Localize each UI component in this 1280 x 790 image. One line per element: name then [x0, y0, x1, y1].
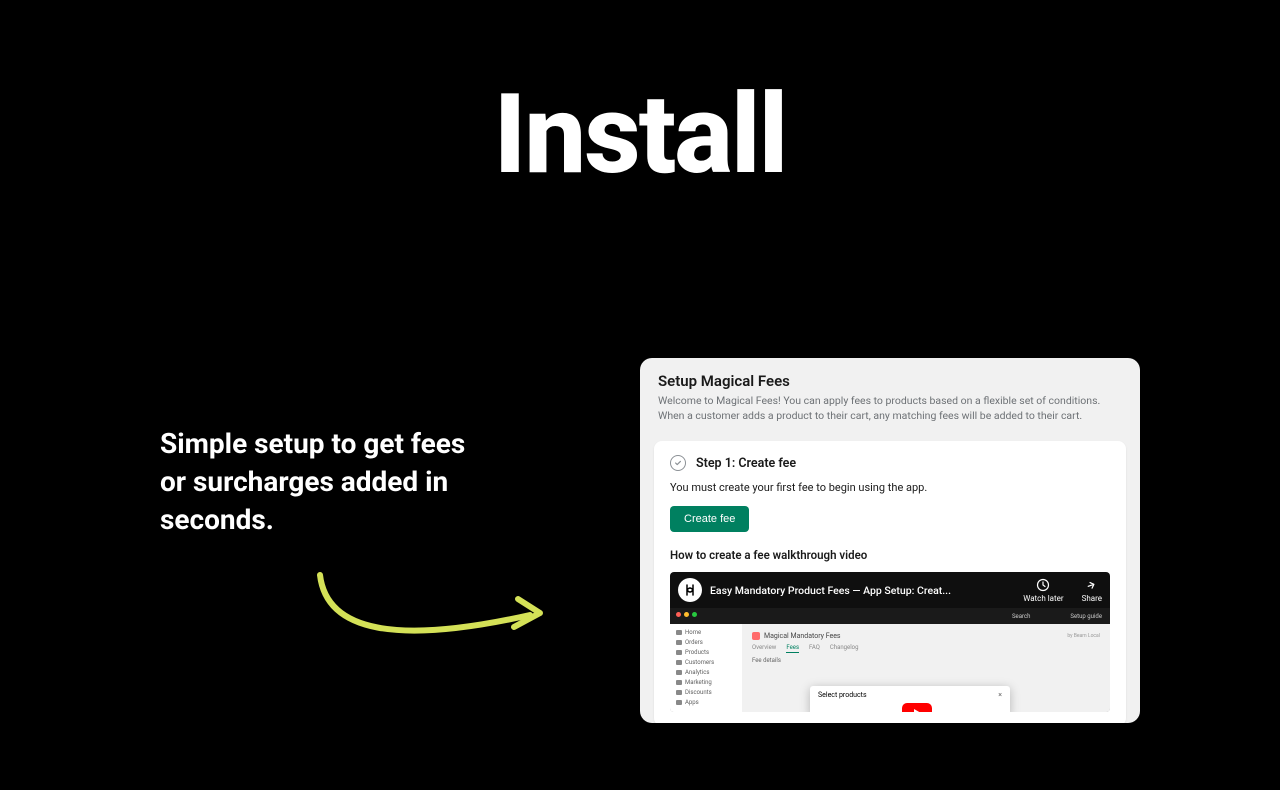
- nav-customers[interactable]: Customers: [676, 659, 736, 666]
- video-thumbnail: Search Setup guide Home Orders Products …: [670, 608, 1110, 712]
- watch-later-button[interactable]: Watch later: [1023, 578, 1063, 603]
- channel-avatar-icon: [678, 578, 702, 602]
- arrow-icon: [300, 555, 560, 685]
- step-title: Step 1: Create fee: [696, 456, 796, 471]
- tab-faq[interactable]: FAQ: [809, 644, 820, 653]
- nav-products[interactable]: Products: [676, 649, 736, 656]
- tab-overview[interactable]: Overview: [752, 644, 776, 653]
- video-title: Easy Mandatory Product Fees — App Setup:…: [710, 584, 1015, 597]
- modal-title: Select products: [818, 691, 867, 699]
- nav-apps[interactable]: Apps: [676, 699, 736, 706]
- panel-description: Welcome to Magical Fees! You can apply f…: [658, 394, 1122, 423]
- headline: Install: [0, 70, 1280, 199]
- tab-fees[interactable]: Fees: [786, 644, 799, 653]
- video-label: How to create a fee walkthrough video: [670, 548, 1110, 562]
- play-button-icon[interactable]: [902, 703, 932, 712]
- create-fee-button[interactable]: Create fee: [670, 506, 749, 532]
- step-card: Step 1: Create fee You must create your …: [654, 441, 1126, 723]
- admin-sidebar: Home Orders Products Customers Analytics…: [670, 624, 742, 712]
- app-title: Magical Mandatory Fees: [764, 632, 841, 640]
- video-embed[interactable]: Easy Mandatory Product Fees — App Setup:…: [670, 572, 1110, 712]
- nav-analytics[interactable]: Analytics: [676, 669, 736, 676]
- app-byline: by Beam Local: [1067, 633, 1100, 639]
- subhead: Simple setup to get fees or surcharges a…: [160, 425, 480, 538]
- nav-marketing[interactable]: Marketing: [676, 679, 736, 686]
- nav-discounts[interactable]: Discounts: [676, 689, 736, 696]
- modal-close-icon[interactable]: ×: [998, 691, 1002, 699]
- search-label: Search: [1012, 613, 1030, 620]
- tab-changelog[interactable]: Changelog: [830, 644, 859, 653]
- check-circle-icon: [670, 455, 686, 471]
- section-label: Fee details: [752, 657, 1100, 664]
- app-icon: [752, 632, 760, 640]
- nav-home[interactable]: Home: [676, 629, 736, 636]
- setup-guide-label: Setup guide: [1070, 613, 1102, 620]
- nav-orders[interactable]: Orders: [676, 639, 736, 646]
- step-description: You must create your first fee to begin …: [670, 481, 1110, 494]
- panel-title: Setup Magical Fees: [658, 372, 1122, 390]
- share-button[interactable]: Share: [1082, 578, 1102, 603]
- setup-panel: Setup Magical Fees Welcome to Magical Fe…: [640, 358, 1140, 723]
